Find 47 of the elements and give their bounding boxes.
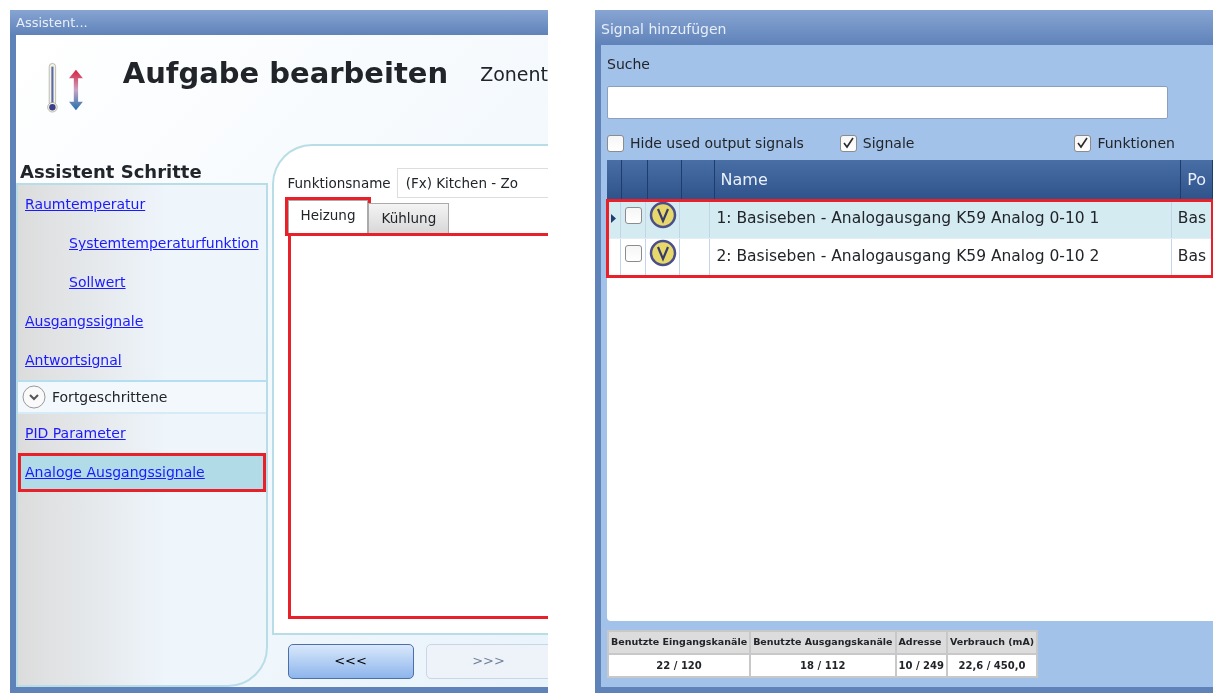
column-header: Adresse xyxy=(896,632,946,653)
step-link[interactable]: Systemtemperaturfunktion xyxy=(18,224,266,263)
table-cell: 18 / 112 xyxy=(751,654,895,676)
step-link[interactable]: Antwortsignal xyxy=(18,341,266,380)
checkbox[interactable] xyxy=(839,134,857,152)
table-cell: Bas xyxy=(1171,238,1213,276)
checkbox-label: Hide used output signals xyxy=(630,133,804,153)
checkbox-label: Funktionen xyxy=(1097,133,1175,153)
table-cell: 10 / 249 xyxy=(896,654,946,676)
tab[interactable]: Kühlung xyxy=(368,203,450,233)
search-field[interactable] xyxy=(607,86,1168,119)
voltage-icon xyxy=(648,201,677,230)
search-label: Suche xyxy=(607,55,651,74)
step-link[interactable]: Sollwert xyxy=(18,263,266,302)
column-header: Benutzte Ausgangskanäle xyxy=(751,632,895,653)
checkbox[interactable] xyxy=(607,134,624,152)
page-subheading: Zonent xyxy=(480,62,548,87)
steps-title: Assistent Schritte xyxy=(19,160,203,183)
column-header[interactable]: Name xyxy=(714,160,1181,200)
step-link[interactable]: Ausgangssignale xyxy=(18,302,266,341)
step-link[interactable]: PID Parameter xyxy=(18,414,266,453)
expand-toggle-icon[interactable] xyxy=(22,385,46,409)
voltage-icon xyxy=(648,239,677,268)
table-cell: 22 / 120 xyxy=(609,654,750,676)
table-cell: Bas xyxy=(1171,200,1213,238)
window-title: Assistent... xyxy=(10,10,548,35)
back-button[interactable]: <<< xyxy=(287,643,414,679)
column-header: Benutzte Eingangskanäle xyxy=(609,632,750,653)
table-cell: 2: Basiseben - Analogausgang K59 Analog 0-10 2 xyxy=(709,238,1172,276)
page-heading: Aufgabe bearbeiten xyxy=(122,55,449,92)
table-cell: 1: Basiseben - Analogausgang K59 Analog 0-10 1 xyxy=(709,200,1172,238)
checkbox-label: Signale xyxy=(862,133,915,153)
checkbox[interactable] xyxy=(624,244,642,262)
section-header: Fortgeschrittene xyxy=(52,387,168,407)
table-row[interactable]: 2: Basiseben - Analogausgang K59 Analog 0-10 2 Bas xyxy=(607,238,1213,276)
checkbox[interactable] xyxy=(1074,134,1092,152)
column-header: Verbrauch (mA) xyxy=(947,632,1037,653)
checkbox[interactable] xyxy=(624,206,642,224)
function-name-label: Funktionsname xyxy=(287,174,391,193)
tab[interactable]: Heizung xyxy=(287,200,369,233)
table-cell: 22,6 / 450,0 xyxy=(947,654,1037,676)
window-title: Signal hinzufügen xyxy=(595,10,1213,45)
column-header[interactable]: Po xyxy=(1180,160,1213,200)
table-row[interactable]: 1: Basiseben - Analogausgang K59 Analog 0-10 1 Bas xyxy=(607,200,1213,238)
step-link[interactable]: Raumtemperatur xyxy=(18,185,266,224)
function-name-field[interactable]: (Fx) Kitchen - Zo xyxy=(396,168,548,199)
step-link[interactable]: Analoge Ausgangssignale xyxy=(18,453,266,492)
